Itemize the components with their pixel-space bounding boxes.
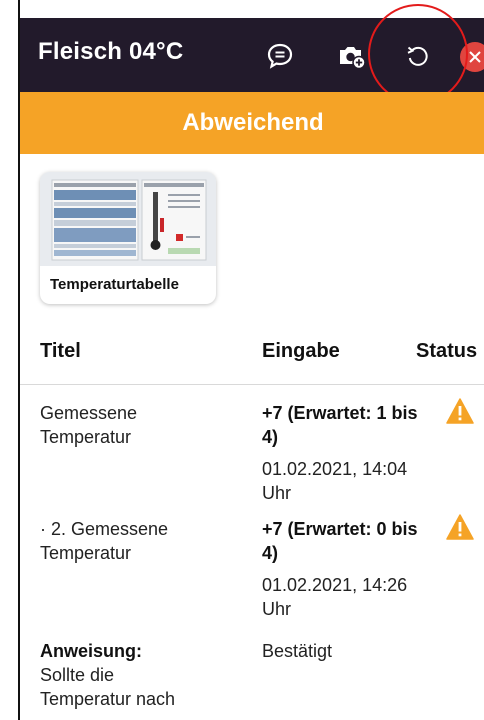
refresh-icon <box>407 46 428 66</box>
header-divider <box>20 384 484 385</box>
attachment-card[interactable]: Temperaturtabelle <box>40 172 216 304</box>
attachment-label: Temperaturtabelle <box>50 276 179 293</box>
row-value-line: +7 (Erwartet: 1 bis <box>262 403 418 423</box>
status-banner: Abweichend <box>20 92 484 154</box>
camera-icon <box>340 47 366 70</box>
top-app-bar: Fleisch 04°C <box>20 18 484 92</box>
column-header-title: Titel <box>40 340 81 362</box>
warning-icon <box>446 398 474 424</box>
instruction-value: Bestätigt <box>262 641 333 661</box>
refresh-button[interactable] <box>398 36 438 76</box>
row-timestamp-unit: Uhr <box>262 483 292 503</box>
row-timestamp: 01.02.2021, 14:04 <box>262 459 408 479</box>
row-title-line: Gemessene <box>40 403 138 423</box>
chat-button[interactable] <box>260 36 300 76</box>
chat-icon <box>267 43 293 69</box>
instruction-text-line: Sollte die <box>40 665 115 685</box>
row-title-line: · 2. Gemessene <box>40 519 169 539</box>
column-header-status: Status <box>416 340 478 362</box>
close-button[interactable] <box>460 42 484 72</box>
app-screen: Fleisch 04°C Abweichend Temperaturtabell… <box>18 0 484 720</box>
row-title-line: Temperatur <box>40 543 132 563</box>
column-header-input: Eingabe <box>262 340 340 362</box>
status-banner-label: Abweichend <box>182 109 324 136</box>
warning-icon <box>446 514 474 540</box>
row-value-line: +7 (Erwartet: 0 bis <box>262 519 418 539</box>
temperature-table-thumbnail <box>40 172 216 266</box>
row-timestamp-unit: Uhr <box>262 599 292 619</box>
row-timestamp: 01.02.2021, 14:26 <box>262 575 408 595</box>
page-title: Fleisch 04°C <box>38 38 184 65</box>
row-value-line: 4) <box>262 427 279 447</box>
instruction-text-line: Temperatur nach <box>40 689 176 709</box>
close-icon <box>469 51 481 63</box>
instruction-label: Anweisung: <box>40 641 142 661</box>
add-photo-button[interactable] <box>332 36 372 76</box>
row-value-line: 4) <box>262 543 279 563</box>
row-title-line: Temperatur <box>40 427 132 447</box>
